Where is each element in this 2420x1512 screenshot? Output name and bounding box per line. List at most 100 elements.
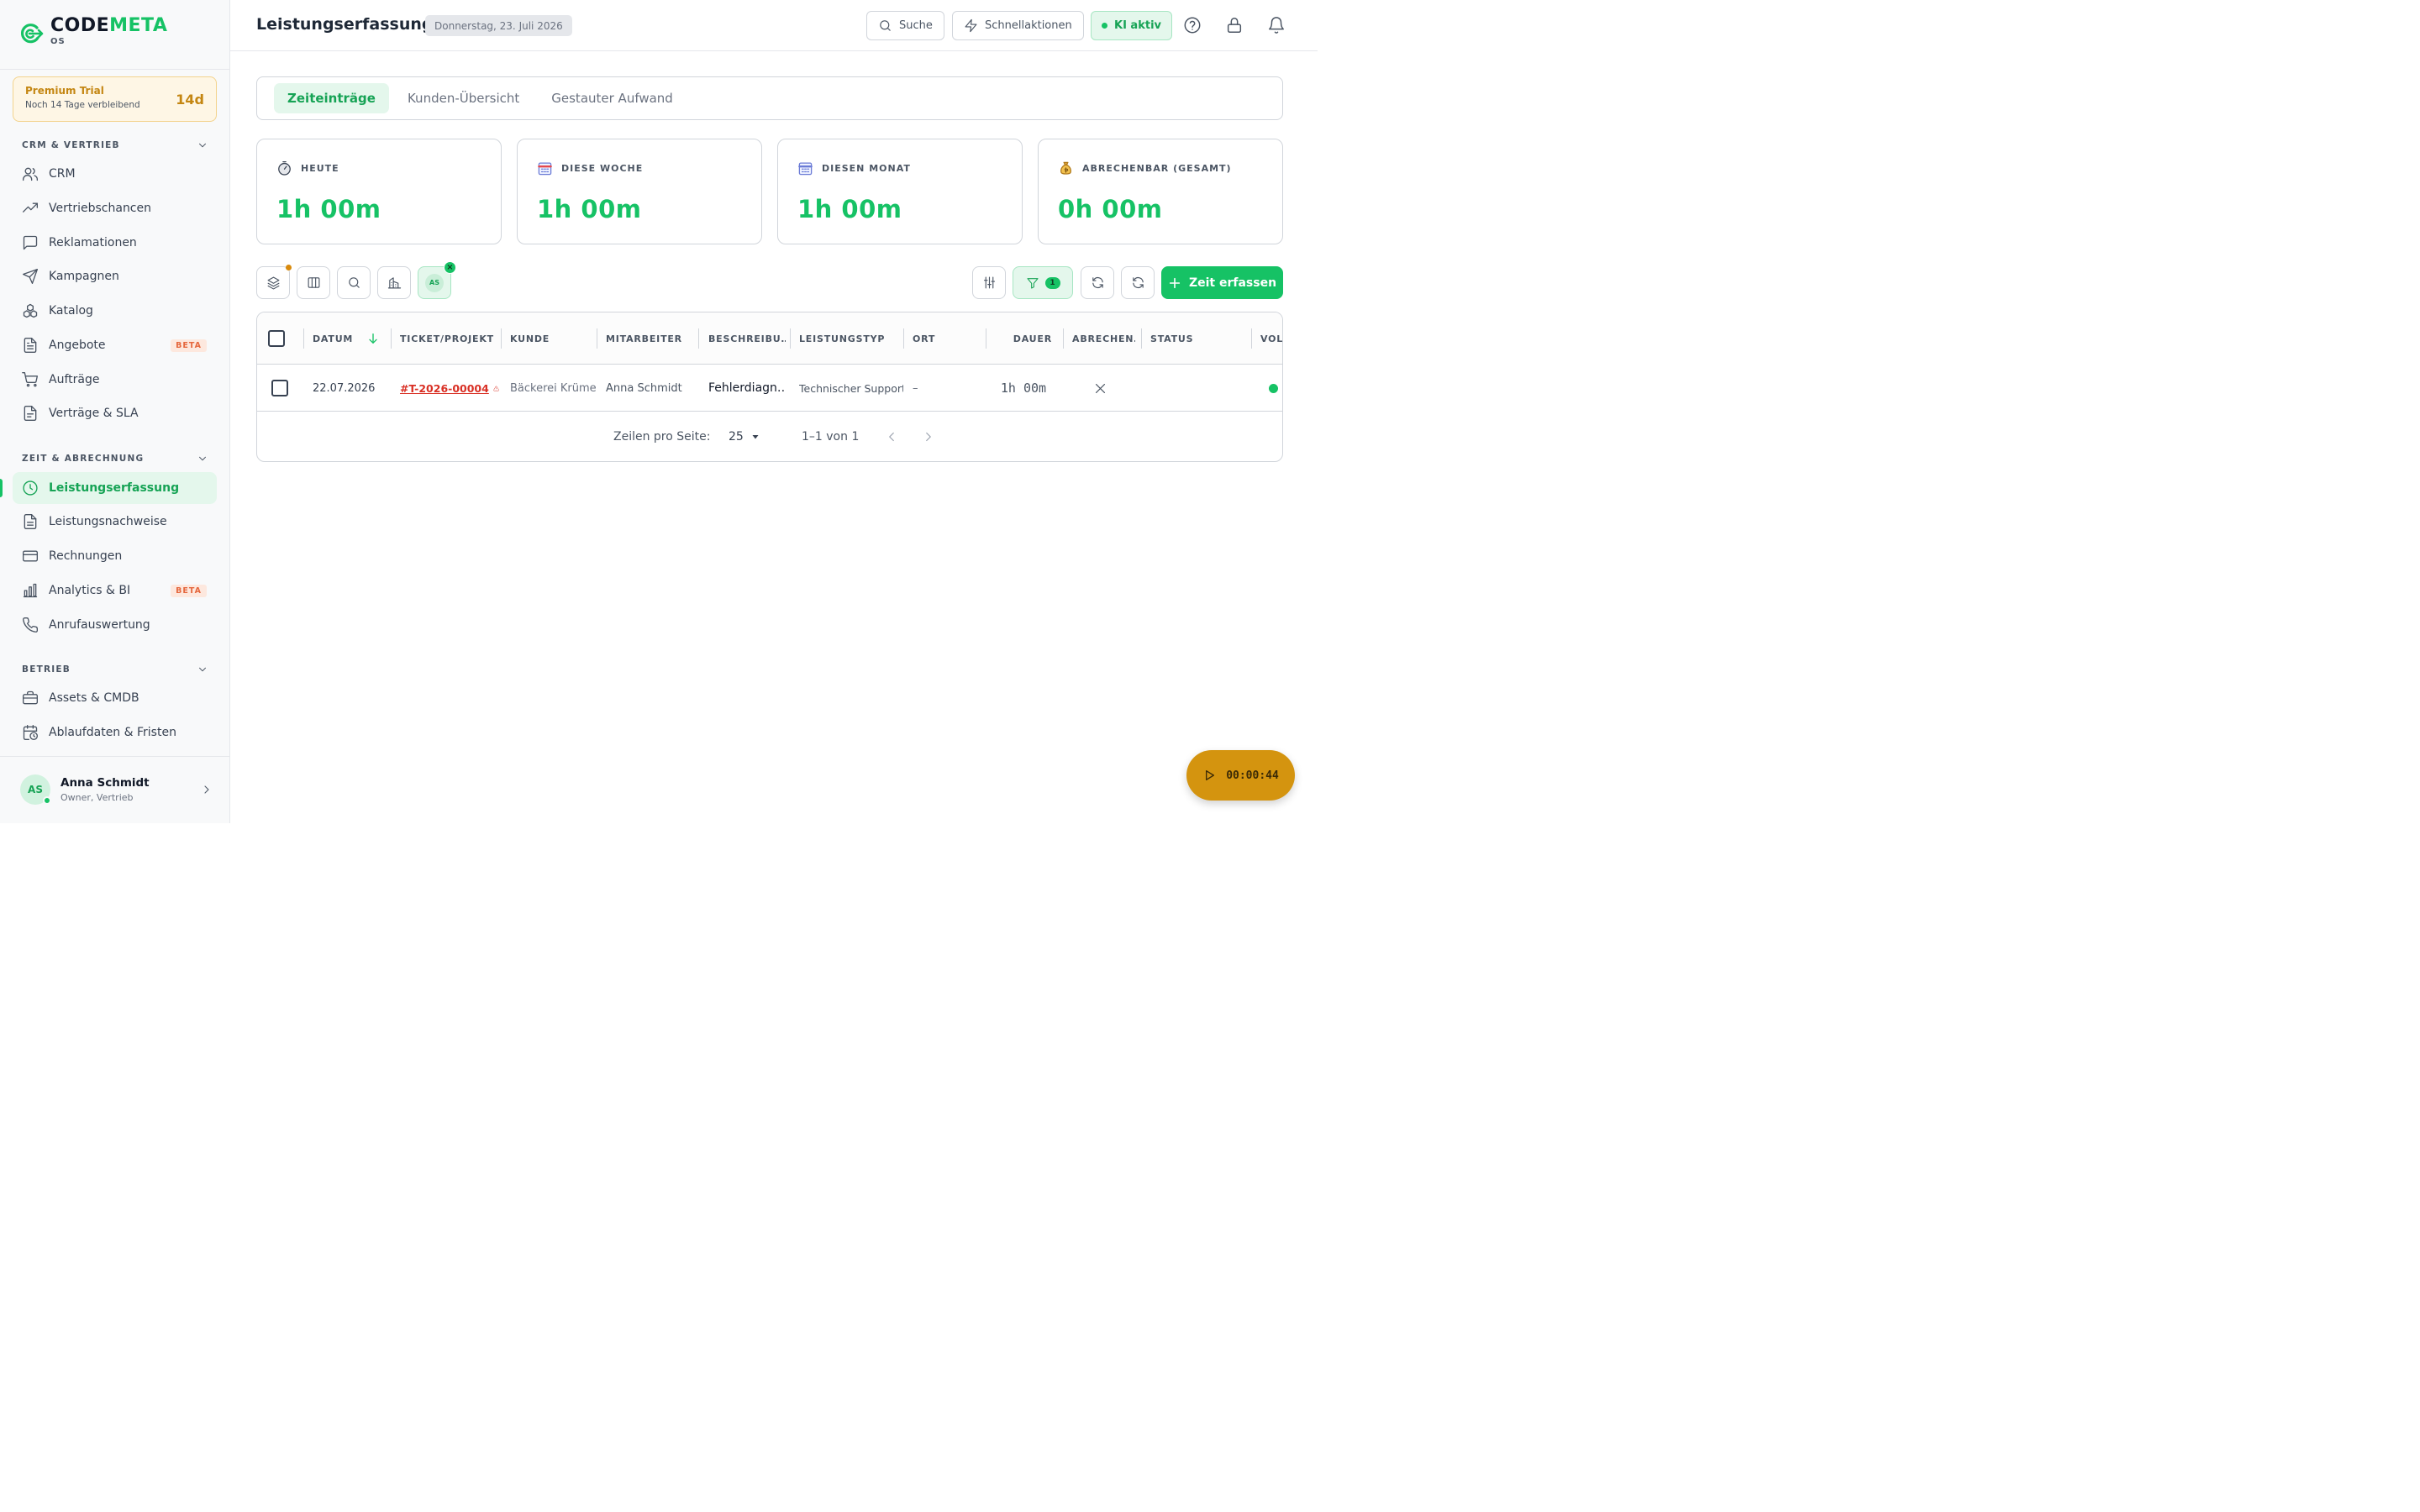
beta-badge: BETA <box>171 339 207 352</box>
warning-icon <box>493 386 499 391</box>
sidebar-item-katalog[interactable]: Katalog <box>13 295 217 327</box>
top-header: Leistungserfassung Donnerstag, 23. Juli … <box>230 0 1318 51</box>
search-icon <box>880 20 891 31</box>
kpi-label: DIESE WOCHE <box>537 160 742 176</box>
user-role: Owner, Vertrieb <box>60 792 134 803</box>
kpi-label: HEUTE <box>276 160 481 176</box>
clear-user-filter-icon[interactable]: × <box>444 261 456 274</box>
column-header-vol[interactable]: VOL… <box>1260 312 1282 365</box>
tab-kunden-uebersicht[interactable]: Kunden-Übersicht <box>394 83 533 113</box>
view-tabs: Zeiteinträge Kunden-Übersicht Gestauter … <box>256 76 1283 120</box>
adjust-settings-button[interactable] <box>972 266 1006 299</box>
sidebar-item-vertriebschancen[interactable]: Vertriebschancen <box>13 192 217 224</box>
chevron-down-icon <box>199 667 206 672</box>
chevron-left-icon <box>889 432 894 442</box>
sidebar-item-vertraege-sla[interactable]: Verträge & SLA <box>13 397 217 429</box>
help-button[interactable] <box>1183 16 1202 34</box>
filter-button[interactable]: 1 <box>1013 266 1073 299</box>
column-header-beschreibung[interactable]: BESCHREIBU… <box>708 312 786 365</box>
sidebar-item-anrufauswertung[interactable]: Anrufauswertung <box>13 609 217 641</box>
quick-actions-button[interactable]: Schnellaktionen <box>952 11 1084 40</box>
rows-per-page-value: 25 <box>729 430 744 444</box>
sidebar-item-ablaufdaten-fristen[interactable]: Ablaufdaten & Fristen <box>13 717 217 748</box>
chevron-right-icon <box>926 432 931 442</box>
file-check-icon <box>24 514 37 529</box>
sync-button[interactable] <box>1081 266 1114 299</box>
select-all-checkbox[interactable] <box>268 330 285 347</box>
ai-status-badge[interactable]: KI aktiv <box>1091 11 1172 40</box>
sidebar-item-auftraege[interactable]: Aufträge <box>13 364 217 396</box>
tab-zeiteintraege[interactable]: Zeiteinträge <box>274 83 389 113</box>
column-header-ort[interactable]: ORT <box>913 312 980 365</box>
sidebar-item-leistungsnachweise[interactable]: Leistungsnachweise <box>13 506 217 538</box>
column-header-datum[interactable]: DATUM <box>313 312 388 365</box>
kpi-card-today: HEUTE 1h 00m <box>256 139 502 244</box>
avatar: AS <box>20 774 51 805</box>
previous-page-button[interactable] <box>884 412 899 461</box>
sidebar-item-label: Vertriebschancen <box>49 202 151 215</box>
rows-per-page-select[interactable]: 25 <box>729 412 760 461</box>
columns-button[interactable] <box>297 266 330 299</box>
cell-billable <box>1093 365 1110 412</box>
send-icon <box>23 269 38 284</box>
next-page-button[interactable] <box>921 412 936 461</box>
search-button[interactable]: Suche <box>866 11 944 40</box>
column-separator <box>790 328 791 349</box>
column-header-mitarbeiter[interactable]: MITARBEITER <box>606 312 694 365</box>
user-filter-chip[interactable]: AS × <box>418 261 456 299</box>
sidebar-item-analytics-bi[interactable]: Analytics & BI BETA <box>13 575 217 606</box>
refresh-button[interactable] <box>1121 266 1155 299</box>
refresh-icon <box>1132 277 1144 288</box>
sidebar-item-angebote[interactable]: Angebote BETA <box>13 329 217 361</box>
file-contract-icon <box>24 406 37 421</box>
sidebar-item-reklamationen[interactable]: Reklamationen <box>13 227 217 259</box>
column-header-dauer[interactable]: DAUER <box>993 312 1052 365</box>
add-time-entry-button[interactable]: Zeit erfassen <box>1161 266 1283 299</box>
column-header-ticket[interactable]: TICKET/PROJEKT <box>400 312 497 365</box>
layers-button[interactable] <box>256 265 292 299</box>
customer-filter-button[interactable] <box>377 266 411 299</box>
row-checkbox[interactable] <box>271 380 288 396</box>
sidebar-item-rechnungen[interactable]: Rechnungen <box>13 540 217 572</box>
timer-elapsed: 00:00:44 <box>1226 769 1279 782</box>
file-text-icon <box>24 338 37 353</box>
table-search-button[interactable] <box>337 266 371 299</box>
caret-down-icon <box>752 435 759 439</box>
section-betrieb[interactable]: BETRIEB <box>22 664 208 675</box>
section-zeit-abrechnung[interactable]: ZEIT & ABRECHNUNG <box>22 453 208 465</box>
sidebar-item-label: Leistungsnachweise <box>49 515 167 528</box>
notifications-button[interactable] <box>1267 16 1286 34</box>
cell-volume-status <box>1269 365 1281 412</box>
running-timer-button[interactable]: 00:00:44 <box>1186 750 1295 801</box>
column-header-abrechenbar[interactable]: ABRECHEN… <box>1072 312 1135 365</box>
kpi-card-month: DIESEN MONAT 1h 00m <box>777 139 1023 244</box>
table-row[interactable]: 22.07.2026 #T-2026-00004 Bäckerei Krümel… <box>257 365 1282 412</box>
search-icon <box>348 277 360 288</box>
sidebar-item-label: Leistungserfassung <box>49 481 180 495</box>
cell-description: Fehlerdiagn… <box>708 381 786 395</box>
logo[interactable]: CODEMETA OS <box>17 15 167 54</box>
cart-icon <box>22 372 38 387</box>
column-header-status[interactable]: STATUS <box>1150 312 1234 365</box>
column-header-leistungstyp[interactable]: LEISTUNGSTYP <box>799 312 900 365</box>
tab-gestauter-aufwand[interactable]: Gestauter Aufwand <box>538 83 687 113</box>
sidebar-item-kampagnen[interactable]: Kampagnen <box>13 260 217 292</box>
lock-button[interactable] <box>1225 16 1244 34</box>
ticket-link[interactable]: #T-2026-00004 <box>400 382 489 395</box>
user-profile[interactable]: AS Anna Schmidt Owner, Vertrieb <box>20 773 213 806</box>
notification-dot <box>286 265 292 270</box>
bar-chart-icon <box>23 583 38 598</box>
sidebar-item-leistungserfassung[interactable]: Leistungserfassung <box>13 472 217 504</box>
table-header: DATUM TICKET/PROJEKT KUNDE MITARBEITER B… <box>257 312 1282 365</box>
section-crm-vertrieb[interactable]: CRM & VERTRIEB <box>22 139 208 151</box>
sidebar-item-assets-cmdb[interactable]: Assets & CMDB <box>13 682 217 714</box>
user-name: Anna Schmidt <box>60 776 150 790</box>
cell-employee: Anna Schmidt <box>606 381 682 395</box>
kpi-value: 1h 00m <box>276 195 381 223</box>
column-header-kunde[interactable]: KUNDE <box>510 312 594 365</box>
sidebar-item-crm[interactable]: CRM <box>13 158 217 190</box>
sidebar-item-label: Anrufauswertung <box>49 618 150 632</box>
premium-trial-banner[interactable]: Premium Trial Noch 14 Tage verbleibend 1… <box>13 76 217 122</box>
page-range: 1–1 von 1 <box>802 430 860 444</box>
sidebar-item-label: Angebote <box>49 339 106 352</box>
